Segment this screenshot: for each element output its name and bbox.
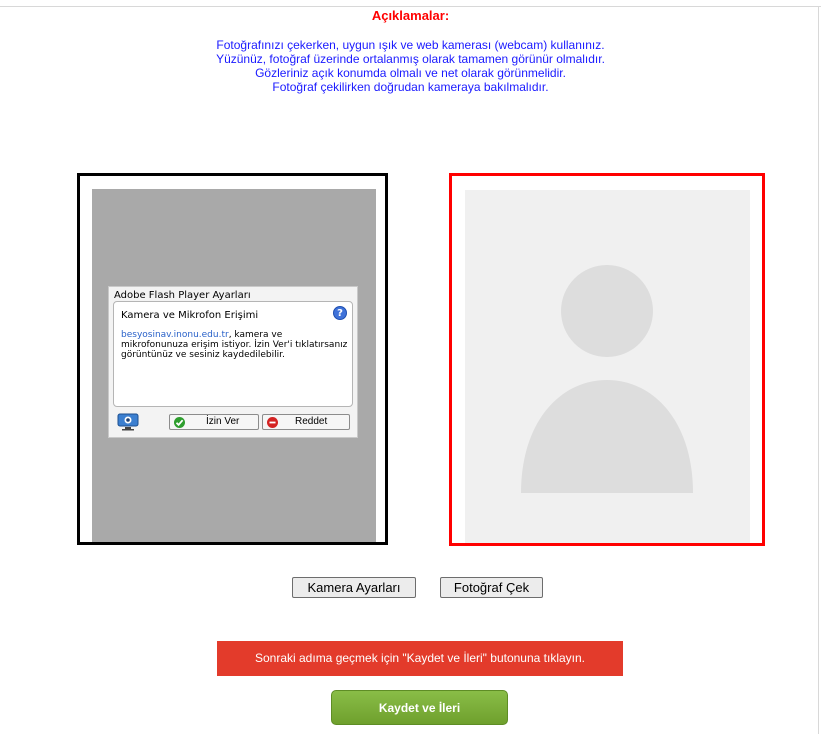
allow-button[interactable]: İzin Ver: [169, 414, 259, 430]
flash-dialog-panel: Kamera ve Mikrofon Erişimi ? besyosinav.…: [113, 301, 353, 407]
webcam-icon[interactable]: [117, 413, 139, 431]
instruction-line: Gözleriniz açık konumda olmalı ve net ol…: [255, 66, 566, 80]
deny-button[interactable]: Reddet: [262, 414, 350, 430]
deny-button-label: Reddet: [295, 416, 328, 427]
instruction-line: Fotoğraf çekilirken doğrudan kameraya ba…: [272, 80, 549, 94]
requesting-domain-link[interactable]: besyosinav.inonu.edu.tr: [121, 330, 229, 340]
flash-settings-dialog: Adobe Flash Player Ayarları Kamera ve Mi…: [108, 286, 358, 438]
check-icon: [174, 417, 185, 428]
next-step-notice: Sonraki adıma geçmek için "Kaydet ve İle…: [217, 641, 623, 676]
help-icon[interactable]: ?: [333, 306, 347, 320]
page-frame-top: [0, 6, 821, 7]
instruction-line: Yüzünüz, fotoğraf üzerinde ortalanmış ol…: [216, 52, 605, 66]
flash-dialog-heading: Kamera ve Mikrofon Erişimi: [121, 310, 259, 321]
photo-frame: [449, 173, 765, 546]
photo-preview: [465, 190, 750, 543]
save-and-next-button[interactable]: Kaydet ve İleri: [331, 690, 508, 725]
camera-settings-button[interactable]: Kamera Ayarları: [292, 577, 416, 598]
page-frame-right: [818, 6, 819, 734]
flash-dialog-title: Adobe Flash Player Ayarları: [114, 290, 251, 301]
user-silhouette-icon: [521, 265, 693, 493]
webcam-frame: Adobe Flash Player Ayarları Kamera ve Mi…: [77, 173, 388, 545]
instructions-text: Fotoğrafınızı çekerken, uygun ışık ve we…: [0, 38, 821, 94]
webcam-preview: Adobe Flash Player Ayarları Kamera ve Mi…: [92, 189, 376, 542]
minus-icon: [267, 417, 278, 428]
take-photo-button[interactable]: Fotoğraf Çek: [440, 577, 543, 598]
instruction-line: Fotoğrafınızı çekerken, uygun ışık ve we…: [216, 38, 605, 52]
instructions-title: Açıklamalar:: [371, 8, 450, 23]
flash-dialog-message: besyosinav.inonu.edu.tr, kamera ve mikro…: [121, 330, 349, 360]
allow-button-label: İzin Ver: [206, 416, 240, 427]
